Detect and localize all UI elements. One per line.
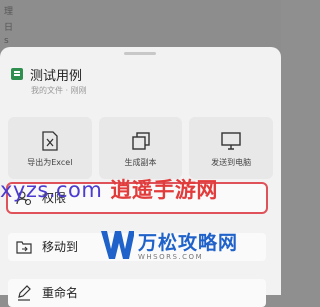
brand-watermark-name: 万松攻略网 (138, 232, 239, 254)
document-title: 测试用例 (30, 69, 83, 84)
send-to-computer-button[interactable]: 发送到电脑 (189, 117, 274, 179)
action-cards: 导出为Excel 生成副本 发送到电脑 (8, 117, 274, 179)
brand-logo-icon (101, 231, 134, 259)
menu-item-label: 移动到 (42, 240, 79, 254)
move-icon (16, 239, 32, 255)
background-document: 理 日 s (0, 0, 281, 52)
spreadsheet-doc-icon (11, 68, 23, 80)
background-text: s (4, 36, 9, 46)
make-copy-label: 生成副本 (124, 158, 157, 167)
rename-icon (16, 285, 32, 301)
monitor-icon (220, 130, 242, 152)
site-watermark: xyzs.com 逍遥手游网 (0, 174, 218, 204)
menu-item-label: 重命名 (42, 286, 79, 300)
menu-item-rename[interactable]: 重命名 (8, 279, 266, 307)
export-excel-button[interactable]: 导出为Excel (8, 117, 92, 179)
sheet-grabber-handle[interactable] (124, 52, 156, 55)
copy-icon (130, 130, 152, 152)
document-subtitle: 我的文件 · 刚刚 (31, 86, 87, 95)
background-text: 理 (4, 7, 14, 17)
export-excel-label: 导出为Excel (27, 158, 73, 167)
send-to-computer-label: 发送到电脑 (211, 158, 252, 167)
excel-export-icon (39, 130, 61, 152)
site-watermark-url: xyzs.com (0, 178, 103, 202)
make-copy-button[interactable]: 生成副本 (98, 117, 183, 179)
site-watermark-name: 逍遥手游网 (110, 178, 218, 202)
brand-watermark-url: WHSORS.COM (138, 253, 204, 261)
brand-watermark: 万松攻略网 WHSORS.COM (98, 225, 248, 277)
background-text: 日 (4, 23, 14, 33)
